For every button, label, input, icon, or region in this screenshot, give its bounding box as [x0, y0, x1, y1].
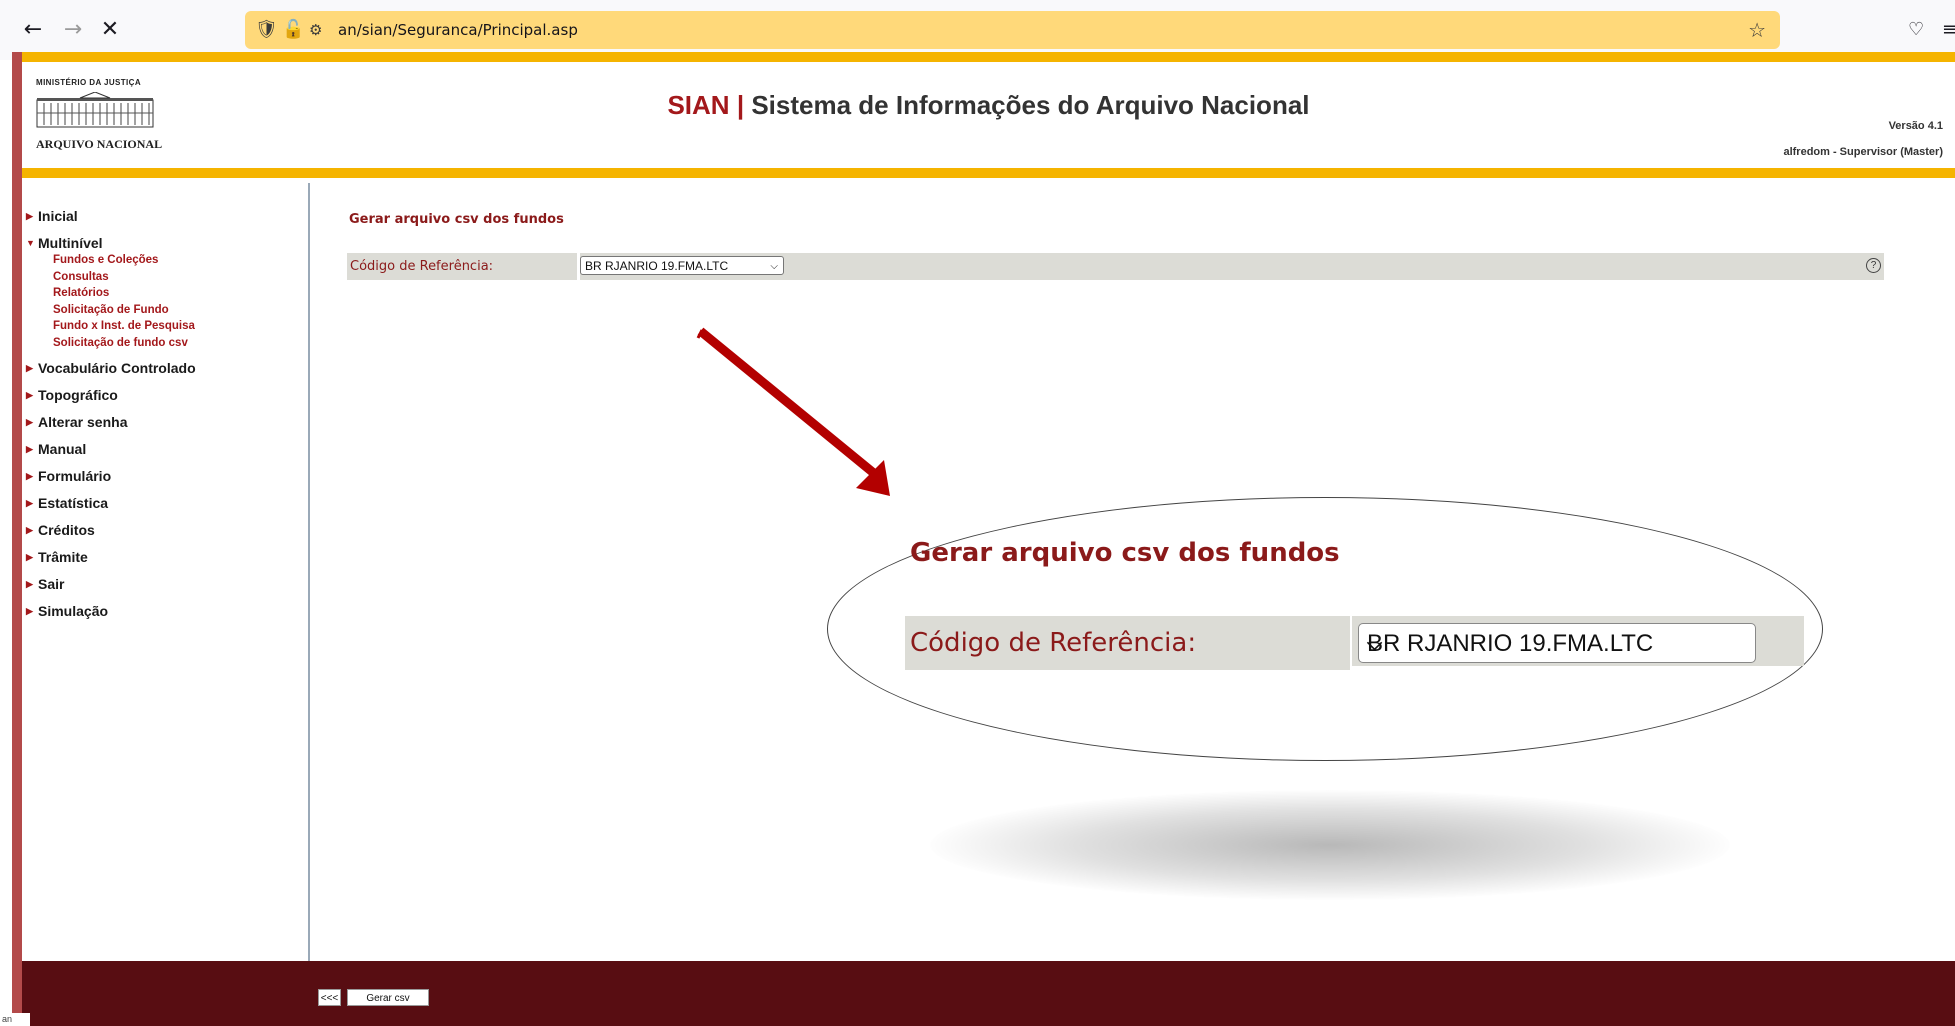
sidebar-item-label: Alterar senha	[38, 414, 128, 430]
sidebar-item-inicial[interactable]: ▶ Inicial	[22, 203, 302, 230]
sidebar-item-tramite[interactable]: ▶ Trâmite	[22, 544, 302, 571]
url-text[interactable]: an/sian/Seguranca/Principal.asp	[338, 11, 578, 49]
bookmark-star-icon[interactable]: ☆	[1748, 11, 1766, 49]
submenu-item-solicitacao-fundo[interactable]: Solicitação de Fundo	[53, 302, 302, 319]
sidebar-item-label: Simulação	[38, 603, 109, 619]
back-button[interactable]: ←	[18, 15, 48, 45]
header-bottom-bar	[22, 168, 1955, 178]
sidebar-item-label: Formulário	[38, 468, 112, 484]
collapsed-triangle-icon: ▶	[26, 417, 33, 427]
stop-loading-button[interactable]: ✕	[95, 15, 125, 45]
zoom-reference-code-select: BR RJANRIO 19.FMA.LTC ⌵	[1358, 623, 1756, 663]
annotation-arrow	[696, 327, 890, 496]
reference-code-label: Código de Referência:	[347, 253, 580, 280]
sidebar-item-sair[interactable]: ▶ Sair	[22, 571, 302, 598]
collapsed-triangle-icon: ▶	[26, 471, 33, 481]
header-top-bar	[22, 52, 1955, 62]
site-header: MINISTÉRIO DA JUSTIÇA ARQUIVO NACIONAL S…	[22, 62, 1955, 168]
collapsed-triangle-icon: ▶	[26, 525, 33, 535]
sidebar-item-label: Estatística	[38, 495, 109, 511]
institution-label: ARQUIVO NACIONAL	[36, 137, 163, 151]
submenu-item-solicitacao-fundo-csv[interactable]: Solicitação de fundo csv	[53, 335, 302, 352]
sidebar-item-multinivel[interactable]: ▼ Multinível	[22, 230, 302, 257]
sidebar-item-alterar-senha[interactable]: ▶ Alterar senha	[22, 409, 302, 436]
forward-button[interactable]: →	[58, 15, 88, 45]
permissions-icon[interactable]: ⚙	[309, 11, 322, 49]
submenu-item-relatorios[interactable]: Relatórios	[53, 285, 302, 302]
generate-csv-button[interactable]: Gerar csv	[347, 989, 429, 1006]
collapsed-triangle-icon: ▶	[26, 363, 33, 373]
status-tooltip: an	[0, 1013, 30, 1026]
left-frame-strip	[12, 52, 22, 1026]
sidebar-item-label: Trâmite	[38, 549, 88, 565]
footer-bar: <<< Gerar csv	[22, 961, 1955, 1026]
pocket-icon[interactable]: ♡	[1908, 15, 1924, 45]
sidebar-item-vocabulario[interactable]: ▶ Vocabulário Controlado	[22, 355, 302, 382]
reference-code-value: BR RJANRIO 19.FMA.LTC	[585, 259, 729, 273]
collapsed-triangle-icon: ▶	[26, 498, 33, 508]
tracking-shield-icon[interactable]: 🛡	[255, 11, 278, 49]
reference-code-row: Código de Referência: BR RJANRIO 19.FMA.…	[347, 253, 1884, 280]
collapsed-triangle-icon: ▶	[26, 606, 33, 616]
collapsed-triangle-icon: ▶	[26, 390, 33, 400]
sidebar-item-manual[interactable]: ▶ Manual	[22, 436, 302, 463]
collapsed-triangle-icon: ▶	[26, 444, 33, 454]
ministry-label: MINISTÉRIO DA JUSTIÇA	[36, 78, 141, 87]
zoom-shadow	[930, 790, 1730, 900]
title-text: Sistema de Informações do Arquivo Nacion…	[751, 90, 1310, 120]
sidebar-item-topografico[interactable]: ▶ Topográfico	[22, 382, 302, 409]
menu-icon[interactable]: ≡	[1942, 15, 1955, 45]
collapsed-triangle-icon: ▶	[26, 211, 33, 221]
submenu-item-consultas[interactable]: Consultas	[53, 269, 302, 286]
chevron-down-icon: ⌵	[1367, 631, 1383, 655]
version-label: Versão 4.1	[1888, 120, 1943, 132]
submenu-item-fundo-inst-pesquisa[interactable]: Fundo x Inst. de Pesquisa	[53, 318, 302, 335]
sidebar-item-simulacao[interactable]: ▶ Simulação	[22, 598, 302, 625]
sidebar-menu: ▶ Inicial ▼ Multinível Fundos e Coleções C…	[22, 183, 310, 961]
sidebar-item-creditos[interactable]: ▶ Créditos	[22, 517, 302, 544]
sidebar-item-label: Multinível	[38, 235, 103, 251]
multinivel-submenu: Fundos e Coleções Consultas Relatórios S…	[53, 252, 302, 351]
sidebar-item-label: Vocabulário Controlado	[38, 360, 196, 376]
chevron-down-icon: ⌵	[770, 261, 778, 272]
address-bar[interactable]: 🛡 🔓 ⚙ an/sian/Seguranca/Principal.asp ☆	[245, 11, 1780, 49]
zoom-reference-code-label: Código de Referência:	[905, 616, 1350, 670]
page-title: SIAN | Sistema de Informações do Arquivo…	[22, 90, 1955, 121]
collapsed-triangle-icon: ▶	[26, 552, 33, 562]
title-separator: |	[729, 90, 752, 120]
sidebar-item-label: Inicial	[38, 208, 78, 224]
help-icon[interactable]: ?	[1866, 258, 1881, 273]
connection-lock-icon[interactable]: 🔓	[282, 11, 304, 49]
sidebar-item-estatistica[interactable]: ▶ Estatística	[22, 490, 302, 517]
sidebar-item-label: Topográfico	[38, 387, 118, 403]
sidebar-item-label: Créditos	[38, 522, 95, 538]
form-heading: Gerar arquivo csv dos fundos	[349, 212, 564, 227]
browser-toolbar: ← → ✕ 🛡 🔓 ⚙ an/sian/Seguranca/Principal.…	[0, 0, 1955, 60]
menu-list: ▶ Inicial ▼ Multinível Fundos e Coleções C…	[22, 203, 302, 625]
collapsed-triangle-icon: ▶	[26, 579, 33, 589]
user-label: alfredom - Supervisor (Master)	[1783, 146, 1943, 158]
zoom-label-text: Código de Referência:	[910, 628, 1197, 658]
sidebar-item-label: Sair	[38, 576, 65, 592]
sidebar-item-label: Manual	[38, 441, 87, 457]
expanded-triangle-icon: ▼	[26, 238, 35, 248]
reference-code-select[interactable]: BR RJANRIO 19.FMA.LTC ⌵	[580, 256, 784, 275]
zoom-form-heading: Gerar arquivo csv dos fundos	[910, 538, 1340, 568]
title-brand: SIAN	[667, 90, 730, 120]
sidebar-item-formulario[interactable]: ▶ Formulário	[22, 463, 302, 490]
back-button[interactable]: <<<	[318, 989, 341, 1006]
